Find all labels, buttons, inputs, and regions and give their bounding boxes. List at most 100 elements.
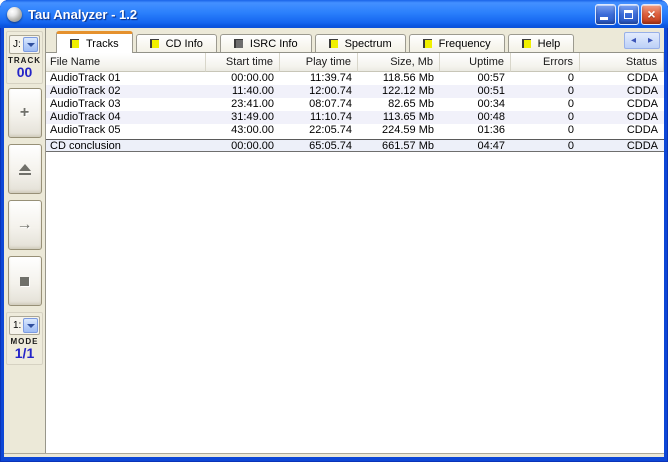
tab-label: Help <box>537 37 561 50</box>
cell-play-time: 08:07.74 <box>309 98 352 110</box>
chevron-down-icon <box>26 42 35 47</box>
table-header: File Name Start time Play time Size, Mb … <box>46 53 664 72</box>
cell-start-time: 43:00.00 <box>231 124 274 136</box>
table-row[interactable]: AudioTrack 05 43:00.00 22:05.74 224.59 M… <box>46 124 664 137</box>
tab-label: Tracks <box>86 37 119 50</box>
table-row[interactable]: AudioTrack 04 31:49.00 11:10.74 113.65 M… <box>46 111 664 124</box>
drive-selector-value: J: <box>13 39 21 50</box>
tab-isrc-info[interactable]: ISRC Info <box>219 34 312 52</box>
tab-frequency[interactable]: Frequency <box>408 34 505 52</box>
cell-size: 118.56 Mb <box>382 72 434 84</box>
maximize-button[interactable] <box>618 3 639 25</box>
scroll-right-icon[interactable]: ▸ <box>648 35 653 46</box>
cell-start-time: 00:00.00 <box>231 140 274 151</box>
tab-tracks[interactable]: Tracks <box>56 31 133 53</box>
cell-status: CDDA <box>626 98 658 110</box>
app-icon <box>7 6 22 22</box>
cell-file-name: CD conclusion <box>50 140 121 151</box>
track-table: File Name Start time Play time Size, Mb … <box>46 53 664 453</box>
cell-size: 122.12 Mb <box>382 85 434 97</box>
cell-start-time: 31:49.00 <box>231 111 274 123</box>
mode-group: 1: MODE 1/1 <box>6 312 43 365</box>
cell-file-name: AudioTrack 03 <box>50 98 121 110</box>
mode-value: 1/1 <box>14 345 35 361</box>
cell-status: CDDA <box>626 72 658 84</box>
go-button[interactable]: → <box>7 200 42 250</box>
stop-button[interactable] <box>7 256 42 306</box>
flag-icon <box>328 39 338 48</box>
cell-status: CDDA <box>626 140 658 151</box>
column-header-file-name[interactable]: File Name <box>46 53 206 72</box>
cell-file-name: AudioTrack 02 <box>50 85 121 97</box>
eject-button[interactable] <box>7 144 42 194</box>
cell-uptime: 00:34 <box>477 98 505 110</box>
status-strip <box>4 453 664 457</box>
cell-uptime: 00:57 <box>477 72 505 84</box>
cell-status: CDDA <box>626 111 658 123</box>
cell-errors: 0 <box>567 111 574 123</box>
mode-dropdown-button[interactable] <box>23 318 38 333</box>
title-bar[interactable]: Tau Analyzer - 1.2 × <box>0 0 668 28</box>
tab-label: Spectrum <box>344 37 392 50</box>
tab-spectrum[interactable]: Spectrum <box>314 34 406 52</box>
chevron-down-icon <box>26 323 35 328</box>
cell-errors: 0 <box>567 98 574 110</box>
tab-label: CD Info <box>165 37 203 50</box>
scroll-left-icon[interactable]: ◂ <box>631 35 636 46</box>
tab-help[interactable]: Help <box>507 34 575 52</box>
cell-size: 82.65 Mb <box>388 98 434 110</box>
cell-errors: 0 <box>567 124 574 136</box>
cell-size: 224.59 Mb <box>382 124 434 136</box>
column-header-start-time[interactable]: Start time <box>206 53 280 72</box>
table-row[interactable]: AudioTrack 01 00:00.00 11:39.74 118.56 M… <box>46 72 664 85</box>
table-row[interactable]: AudioTrack 03 23:41.00 08:07.74 82.65 Mb… <box>46 98 664 111</box>
cell-play-time: 11:10.74 <box>309 111 352 123</box>
flag-icon <box>149 39 159 48</box>
close-icon: × <box>647 5 656 22</box>
tab-cd-info[interactable]: CD Info <box>135 34 217 52</box>
window-title: Tau Analyzer - 1.2 <box>28 6 138 22</box>
column-header-size[interactable]: Size, Mb <box>358 53 440 72</box>
cell-file-name: AudioTrack 01 <box>50 72 121 84</box>
drive-dropdown-button[interactable] <box>23 37 38 52</box>
add-button[interactable]: + <box>7 88 42 138</box>
minimize-icon <box>600 16 608 20</box>
column-header-status[interactable]: Status <box>580 53 664 72</box>
cell-play-time: 22:05.74 <box>309 124 352 136</box>
cell-play-time: 11:39.74 <box>309 72 352 84</box>
tab-label: Frequency <box>438 37 491 50</box>
flag-icon <box>233 39 243 48</box>
column-header-uptime[interactable]: Uptime <box>440 53 511 72</box>
close-button[interactable]: × <box>641 3 662 25</box>
minimize-button[interactable] <box>595 3 616 25</box>
cell-size: 661.57 Mb <box>382 140 434 151</box>
sidebar: J: TRACK 00 + → 1: MODE 1/1 <box>4 28 46 453</box>
tab-bar: Tracks CD Info ISRC Info Spectrum Freque… <box>46 28 664 53</box>
app-window: Tau Analyzer - 1.2 × J: TRACK 00 + → 1: … <box>0 0 668 462</box>
eject-icon <box>18 163 31 175</box>
cell-start-time: 11:40.00 <box>231 85 274 97</box>
cell-uptime: 01:36 <box>477 124 505 136</box>
cell-errors: 0 <box>567 140 574 151</box>
summary-row[interactable]: CD conclusion 00:00.00 65:05.74 661.57 M… <box>46 139 664 152</box>
cell-start-time: 00:00.00 <box>231 72 274 84</box>
column-header-play-time[interactable]: Play time <box>280 53 358 72</box>
cell-status: CDDA <box>626 124 658 136</box>
flag-icon <box>521 39 531 48</box>
cell-file-name: AudioTrack 05 <box>50 124 121 136</box>
cell-errors: 0 <box>567 85 574 97</box>
cell-uptime: 04:47 <box>477 140 505 151</box>
mode-selector-value: 1: <box>13 320 22 331</box>
right-arrow-icon: → <box>16 216 33 233</box>
cell-uptime: 00:51 <box>477 85 505 97</box>
flag-icon <box>422 39 432 48</box>
table-row[interactable]: AudioTrack 02 11:40.00 12:00.74 122.12 M… <box>46 85 664 98</box>
cell-uptime: 00:48 <box>477 111 505 123</box>
mode-selector[interactable]: 1: <box>9 316 40 335</box>
tab-scroll-control: ◂ ▸ <box>624 32 660 49</box>
drive-selector[interactable]: J: <box>9 35 40 54</box>
column-header-errors[interactable]: Errors <box>511 53 580 72</box>
cell-errors: 0 <box>567 72 574 84</box>
cell-status: CDDA <box>626 85 658 97</box>
cell-start-time: 23:41.00 <box>231 98 274 110</box>
